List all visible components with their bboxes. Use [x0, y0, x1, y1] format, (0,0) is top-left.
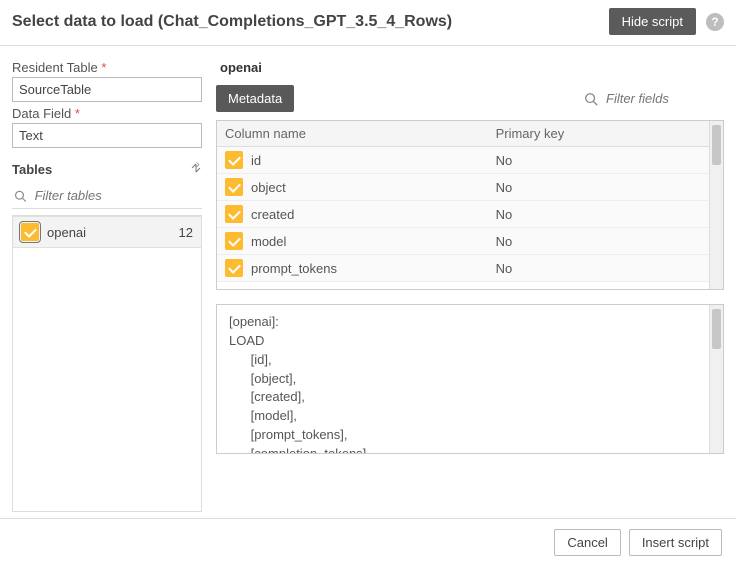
cancel-button[interactable]: Cancel	[554, 529, 620, 556]
column-pk: No	[488, 174, 709, 201]
column-name: model	[251, 234, 286, 249]
col-header-name[interactable]: Column name	[217, 121, 488, 147]
collapse-icon[interactable]	[190, 162, 202, 177]
column-pk: No	[488, 228, 709, 255]
dialog-body: Resident Table * Data Field * Tables	[0, 46, 736, 518]
resident-table-label: Resident Table *	[12, 60, 202, 75]
table-row[interactable]: model No	[217, 228, 709, 255]
col-header-pk[interactable]: Primary key	[488, 121, 709, 147]
select-data-dialog: Select data to load (Chat_Completions_GP…	[0, 0, 736, 566]
table-item-count: 12	[179, 225, 193, 240]
data-field-input[interactable]	[12, 123, 202, 148]
table-row[interactable]: object No	[217, 174, 709, 201]
hide-script-button[interactable]: Hide script	[609, 8, 696, 35]
data-field-label: Data Field *	[12, 106, 202, 121]
help-icon[interactable]: ?	[706, 13, 724, 31]
checkbox-icon[interactable]	[225, 259, 243, 277]
column-name: prompt_tokens	[251, 261, 337, 276]
table-item-openai[interactable]: openai 12	[13, 216, 201, 248]
column-name: created	[251, 207, 294, 222]
checkbox-icon[interactable]	[225, 232, 243, 250]
tables-section-header: Tables	[12, 162, 202, 177]
checkbox-icon[interactable]	[225, 151, 243, 169]
insert-script-button[interactable]: Insert script	[629, 529, 722, 556]
table-item-name: openai	[47, 225, 179, 240]
dialog-title: Select data to load (Chat_Completions_GP…	[12, 13, 609, 31]
column-name: id	[251, 153, 261, 168]
column-pk: No	[488, 201, 709, 228]
checkbox-icon[interactable]	[225, 205, 243, 223]
table-row[interactable]: id No	[217, 147, 709, 174]
filter-tables-input[interactable]	[33, 187, 200, 204]
right-panel: openai Metadata Column name Primary key	[216, 56, 724, 512]
script-scrollbar[interactable]	[709, 305, 723, 453]
dialog-footer: Cancel Insert script	[0, 518, 736, 566]
script-text: [openai]: LOAD [id], [object], [created]…	[217, 305, 709, 453]
script-preview: [openai]: LOAD [id], [object], [created]…	[216, 304, 724, 454]
filter-fields-input[interactable]	[604, 90, 724, 107]
right-toolbar: Metadata	[216, 85, 724, 112]
search-icon	[14, 189, 27, 203]
checkbox-icon[interactable]	[21, 223, 39, 241]
column-pk: No	[488, 255, 709, 282]
filter-tables-search[interactable]	[12, 183, 202, 209]
tables-list: openai 12	[12, 215, 202, 512]
table-row[interactable]: prompt_tokens No	[217, 255, 709, 282]
columns-scrollbar[interactable]	[709, 121, 723, 289]
dialog-header: Select data to load (Chat_Completions_GP…	[0, 0, 736, 46]
filter-fields-search[interactable]	[584, 90, 724, 107]
column-name: object	[251, 180, 286, 195]
columns-grid: Column name Primary key idNoobjectNocrea…	[216, 120, 724, 290]
column-pk: No	[488, 147, 709, 174]
selected-table-title: openai	[220, 60, 724, 75]
resident-table-input[interactable]	[12, 77, 202, 102]
metadata-button[interactable]: Metadata	[216, 85, 294, 112]
table-row[interactable]: created No	[217, 201, 709, 228]
left-panel: Resident Table * Data Field * Tables	[12, 56, 202, 512]
search-icon	[584, 92, 598, 106]
checkbox-icon[interactable]	[225, 178, 243, 196]
